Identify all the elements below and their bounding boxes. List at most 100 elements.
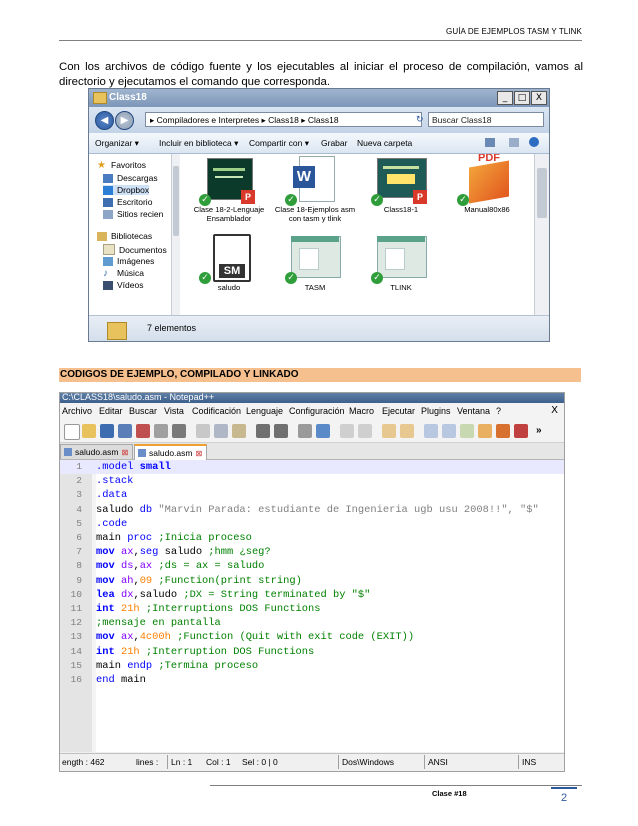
- record-macro-icon[interactable]: [478, 424, 492, 438]
- file-item[interactable]: SM ✓ saludo: [188, 234, 270, 293]
- content-scrollbar[interactable]: [534, 154, 549, 315]
- paste-icon[interactable]: [232, 424, 246, 438]
- tab-close-icon[interactable]: ⊠: [195, 449, 202, 458]
- show-all-chars-icon[interactable]: [442, 424, 456, 438]
- new-file-icon[interactable]: [64, 424, 80, 440]
- save-icon[interactable]: [100, 424, 114, 438]
- indent-guide-icon[interactable]: [460, 424, 474, 438]
- status-separator: [167, 755, 168, 769]
- code-line[interactable]: 1 .model small: [60, 460, 564, 475]
- code-editor[interactable]: 1 .model small 2 .stack 3 .data 4 saludo db "Ma…: [60, 460, 564, 752]
- replace-icon[interactable]: [316, 424, 330, 438]
- nav-scrollbar-thumb[interactable]: [173, 166, 179, 236]
- nav-videos[interactable]: Vídeos: [103, 280, 143, 290]
- code-line[interactable]: 2 .stack: [60, 474, 564, 488]
- synced-check-icon: ✓: [457, 194, 469, 206]
- play-macro-icon[interactable]: [496, 424, 510, 438]
- address-field[interactable]: ▸ Compiladores e Interpretes ▸ Class18 ▸…: [145, 112, 422, 127]
- undo-icon[interactable]: [256, 424, 270, 438]
- close-all-icon[interactable]: [154, 424, 168, 438]
- nav-dropbox[interactable]: Dropbox: [103, 185, 150, 195]
- close-button[interactable]: X: [531, 91, 547, 105]
- menu-buscar[interactable]: Buscar: [129, 406, 157, 416]
- new-folder-button[interactable]: Nueva carpeta: [357, 138, 412, 148]
- menu-help[interactable]: ?: [496, 406, 501, 416]
- nav-recent-places[interactable]: Sitios recien: [103, 209, 163, 219]
- cut-icon[interactable]: [196, 424, 210, 438]
- close-icon[interactable]: X: [551, 405, 558, 416]
- help-icon[interactable]: [529, 137, 539, 147]
- nav-music[interactable]: ♪ Música: [103, 268, 144, 278]
- nav-downloads[interactable]: Descargas: [103, 173, 158, 183]
- zoom-in-icon[interactable]: [340, 424, 354, 438]
- code-line[interactable]: 12 ;mensaje en pantalla: [60, 616, 564, 630]
- code-line[interactable]: 3 .data: [60, 488, 564, 502]
- file-item[interactable]: ✓ TASM: [274, 234, 356, 293]
- menu-codificacion[interactable]: Codificación: [192, 406, 241, 416]
- share-button[interactable]: Compartir con ▾: [249, 138, 309, 149]
- file-item[interactable]: P ✓ Clase 18-2-Lenguaje Ensamblador: [188, 156, 270, 223]
- menu-plugins[interactable]: Plugins: [421, 406, 451, 416]
- code-token: .stack: [96, 475, 134, 488]
- file-item[interactable]: W ✓ Clase 18-Ejemplos asm con tasm y tli…: [274, 156, 356, 223]
- menu-ejecutar[interactable]: Ejecutar: [382, 406, 415, 416]
- print-icon[interactable]: [172, 424, 186, 438]
- code-line[interactable]: 6 main proc ;Inicia proceso: [60, 531, 564, 545]
- toolbar-overflow-icon[interactable]: »: [536, 424, 550, 438]
- file-item[interactable]: ✓ TLINK: [360, 234, 442, 293]
- menu-archivo[interactable]: Archivo: [62, 406, 92, 416]
- nav-favorites[interactable]: ★ Favoritos: [97, 160, 146, 170]
- code-line[interactable]: 10 lea dx,saludo ;DX = String terminated …: [60, 588, 564, 602]
- tab-close-icon[interactable]: ⊠: [121, 448, 128, 457]
- code-line[interactable]: 7 mov ax,seg saludo ;hmm ¿seg?: [60, 545, 564, 559]
- open-file-icon[interactable]: [82, 424, 96, 438]
- forward-arrow-icon[interactable]: ▶: [115, 111, 134, 130]
- save-all-icon[interactable]: [118, 424, 132, 438]
- find-icon[interactable]: [298, 424, 312, 438]
- word-wrap-icon[interactable]: [424, 424, 438, 438]
- stop-macro-icon[interactable]: [514, 424, 528, 438]
- file-item[interactable]: PDF ✓ Manual80x86: [446, 154, 528, 215]
- synced-check-icon: ✓: [371, 272, 383, 284]
- code-line[interactable]: 9 mov ah,09 ;Function(print string): [60, 574, 564, 588]
- nav-documents[interactable]: Documentos: [103, 244, 167, 255]
- redo-icon[interactable]: [274, 424, 288, 438]
- preview-pane-icon[interactable]: [509, 138, 519, 147]
- back-arrow-icon[interactable]: ◀: [95, 111, 114, 130]
- organize-button[interactable]: Organizar ▾: [95, 138, 139, 149]
- nav-desktop[interactable]: Escritorio: [103, 197, 152, 207]
- menu-macro[interactable]: Macro: [349, 406, 374, 416]
- code-line[interactable]: 5 .code: [60, 517, 564, 531]
- content-scrollbar-thumb[interactable]: [537, 168, 547, 218]
- view-options-icon[interactable]: [485, 138, 495, 147]
- menu-vista[interactable]: Vista: [164, 406, 184, 416]
- include-library-button[interactable]: Incluir en biblioteca ▾: [159, 138, 238, 149]
- code-line[interactable]: 15 main endp ;Termina proceso: [60, 659, 564, 673]
- code-line[interactable]: 11 int 21h ;Interruptions DOS Functions: [60, 602, 564, 616]
- close-file-icon[interactable]: [136, 424, 150, 438]
- code-line[interactable]: 16 end main: [60, 673, 564, 687]
- nav-libraries[interactable]: Bibliotecas: [97, 231, 152, 241]
- code-line[interactable]: 13 mov ax,4c00h ;Function (Quit with exit…: [60, 630, 564, 644]
- menu-configuracion[interactable]: Configuración: [289, 406, 345, 416]
- copy-icon[interactable]: [214, 424, 228, 438]
- search-input[interactable]: Buscar Class18: [428, 112, 544, 127]
- menu-lenguaje[interactable]: Lenguaje: [246, 406, 283, 416]
- code-line[interactable]: 4 saludo db "Marvin Parada: estudiante de…: [60, 503, 564, 517]
- minimize-button[interactable]: _: [497, 91, 513, 105]
- refresh-icon[interactable]: ↻: [416, 112, 426, 127]
- burn-button[interactable]: Grabar: [321, 138, 347, 148]
- sync-vertical-icon[interactable]: [382, 424, 396, 438]
- maximize-button[interactable]: □: [514, 91, 530, 105]
- code-line[interactable]: 8 mov ds,ax ;ds = ax = saludo: [60, 559, 564, 573]
- tab-saludo-asm-1[interactable]: saludo.asm ⊠: [60, 444, 134, 459]
- code-line[interactable]: 14 int 21h ;Interruption DOS Functions: [60, 645, 564, 659]
- nav-images[interactable]: Imágenes: [103, 256, 154, 266]
- file-item[interactable]: P ✓ Class18-1: [360, 156, 442, 215]
- menu-ventana[interactable]: Ventana: [457, 406, 490, 416]
- menu-editar[interactable]: Editar: [99, 406, 123, 416]
- tab-saludo-asm-2[interactable]: saludo.asm ⊠: [134, 444, 208, 460]
- nav-scrollbar[interactable]: [171, 154, 180, 315]
- sync-horizontal-icon[interactable]: [400, 424, 414, 438]
- zoom-out-icon[interactable]: [358, 424, 372, 438]
